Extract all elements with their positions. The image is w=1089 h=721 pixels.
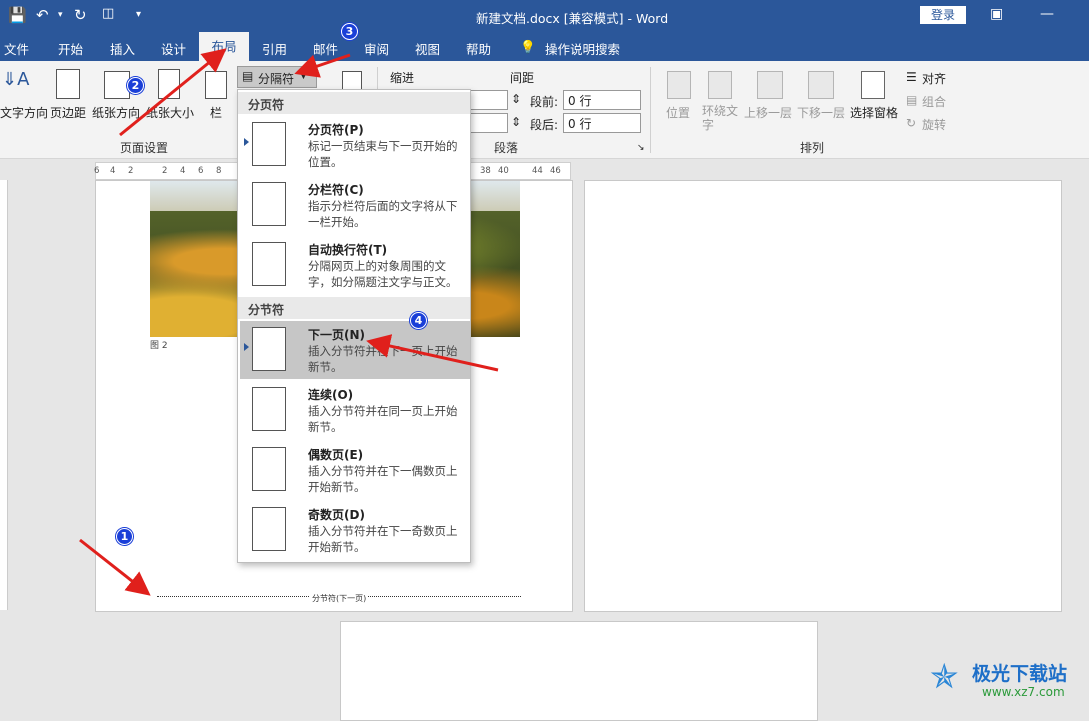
step-badge-1: 1 (116, 528, 133, 545)
step-badge-2: 2 (127, 77, 144, 94)
watermark: ✯ 极光下载站 www.xz7.com (930, 655, 1080, 705)
watermark-main: 极光下载站 (972, 663, 1068, 685)
watermark-logo-icon: ✯ (930, 657, 959, 697)
arrow-to-breaks-button (294, 53, 351, 78)
watermark-sub: www.xz7.com (982, 685, 1065, 699)
step-badge-3: 3 (341, 23, 358, 40)
annotation-arrows (79, 48, 499, 596)
arrow-to-next-page (366, 334, 499, 372)
step-badge-4: 4 (410, 312, 427, 329)
arrow-to-section-break (79, 538, 151, 596)
